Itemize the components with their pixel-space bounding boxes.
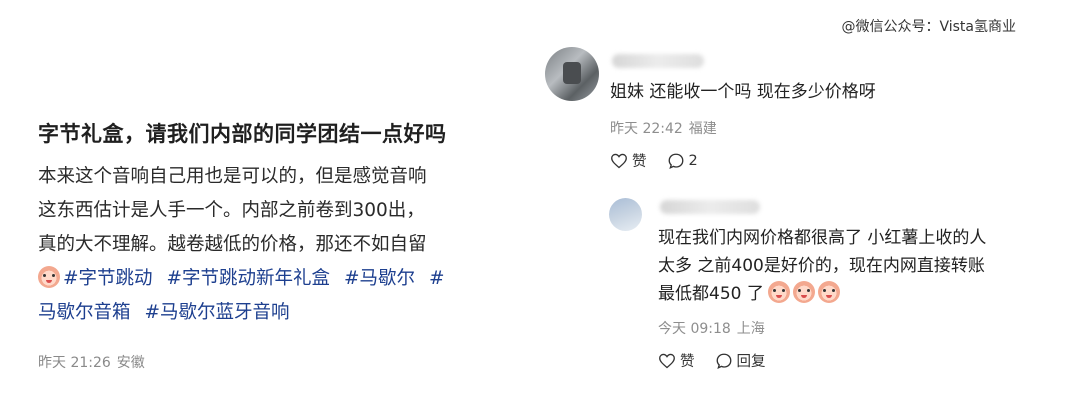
like-label: 赞 (680, 354, 695, 370)
post-body: 本来这个音响自己用也是可以的，但是感觉音响 这东西估计是人手一个。内部之前卷到3… (38, 160, 508, 330)
tag-link[interactable]: # (429, 268, 445, 289)
tag-link[interactable]: #马歇尔蓝牙音响 (145, 302, 290, 323)
comment-location: 上海 (736, 321, 765, 337)
post-panel: 字节礼盒，请我们内部的同学团结一点好吗 本来这个音响自己用也是可以的，但是感觉音… (0, 0, 540, 407)
post-location: 安徽 (116, 355, 145, 371)
post-title: 字节礼盒，请我们内部的同学团结一点好吗 (38, 122, 447, 146)
post-tags-line-2: 马歇尔音箱 #马歇尔蓝牙音响 (38, 296, 508, 330)
comment-text-line: 太多 之前400是好价的，现在内网直接转账 (658, 256, 985, 276)
post-time: 昨天 21:26 (38, 355, 111, 371)
comments-panel: 姐妹 还能收一个吗 现在多少价格呀 昨天 22:42 福建 赞 2 现在我们内网价… (540, 0, 1080, 407)
username-blurred[interactable] (660, 200, 760, 214)
tag-link[interactable]: #马歇尔 (344, 268, 415, 289)
reply-count: 2 (688, 152, 698, 169)
post-body-line: 真的大不理解。越卷越低的价格，那还不如自留 (38, 234, 427, 255)
heart-icon (659, 353, 675, 368)
tag-link[interactable]: #字节跳动 (63, 268, 153, 289)
comment-bubble-icon (668, 153, 683, 169)
comment-meta: 昨天 22:42 福建 (610, 118, 723, 138)
comment-text-line: 现在我们内网价格都很高了 小红薯上收的人 (658, 228, 987, 248)
post-tags-line-1: #字节跳动 #字节跳动新年礼盒 #马歇尔 # (38, 262, 508, 296)
crying-face-icon (792, 281, 815, 303)
comment-actions: 赞 回复 (658, 350, 786, 371)
like-button[interactable]: 赞 (658, 350, 695, 371)
comment-text: 现在我们内网价格都很高了 小红薯上收的人 太多 之前400是好价的，现在内网直接… (658, 224, 1078, 308)
comment-text: 姐妹 还能收一个吗 现在多少价格呀 (610, 82, 876, 102)
comment-actions: 赞 2 (610, 150, 718, 171)
comment-location: 福建 (688, 121, 717, 137)
comment-time: 今天 09:18 (658, 321, 731, 337)
comment-time: 昨天 22:42 (610, 121, 683, 137)
post-body-line: 本来这个音响自己用也是可以的，但是感觉音响 (38, 166, 427, 187)
like-button[interactable]: 赞 (610, 150, 647, 171)
reply-button[interactable]: 2 (667, 152, 698, 170)
comment-text-segment: 最低都450 了 (658, 284, 764, 304)
username-blurred[interactable] (612, 54, 704, 68)
comment-meta: 今天 09:18 上海 (658, 318, 771, 338)
post-body-line: 这东西估计是人手一个。内部之前卷到300出， (38, 200, 425, 221)
crying-face-icon (817, 281, 840, 303)
reply-label: 回复 (736, 354, 766, 370)
tag-link[interactable]: #字节跳动新年礼盒 (167, 268, 331, 289)
crying-face-icon (767, 281, 790, 303)
avatar[interactable] (609, 198, 642, 231)
post-meta: 昨天 21:26 安徽 (38, 352, 151, 372)
comment-text-line-3: 最低都450 了 (658, 280, 1078, 308)
heart-icon (611, 153, 627, 168)
like-label: 赞 (632, 154, 647, 170)
comment-bubble-icon (716, 353, 731, 369)
avatar[interactable] (545, 47, 599, 101)
tag-link[interactable]: 马歇尔音箱 (38, 302, 131, 323)
crying-face-icon (38, 266, 60, 288)
reply-button[interactable]: 回复 (715, 350, 766, 371)
